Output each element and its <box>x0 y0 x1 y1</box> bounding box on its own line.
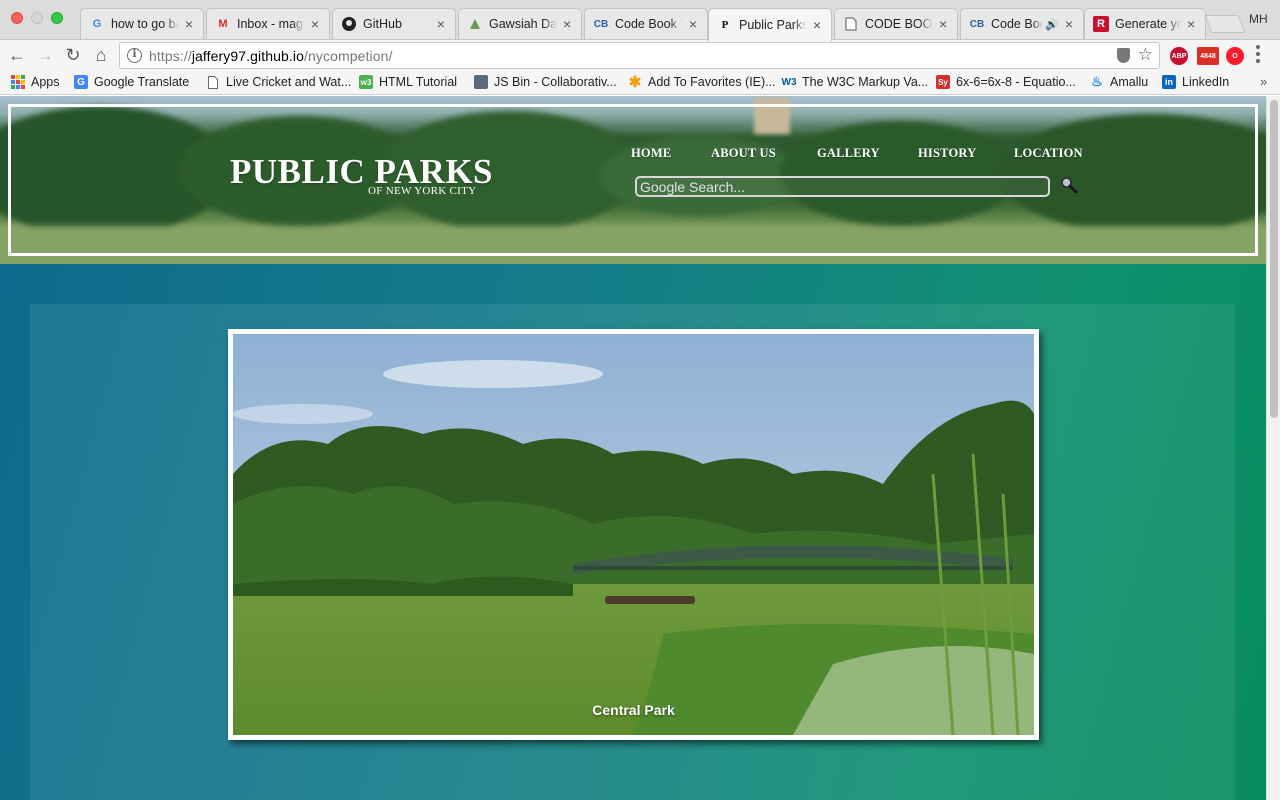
symbolab-icon: Sy <box>936 75 950 89</box>
bookmark-item[interactable]: G Google Translate <box>74 75 189 89</box>
amallu-icon: ♨ <box>1091 74 1103 89</box>
browser-toolbar: ← → ↻ ⌂ i https://jaffery97.github.io/ny… <box>0 40 1280 71</box>
page-viewport: PUBLIC PARKS OF NEW YORK CITY HOME ABOUT… <box>0 96 1280 800</box>
shield-icon[interactable] <box>1117 48 1130 63</box>
tab-title: Generate yo <box>1115 17 1181 31</box>
tab-close-icon[interactable]: × <box>1185 17 1197 31</box>
codebook-icon: CB <box>593 18 609 30</box>
browser-tab[interactable]: GitHub × <box>332 8 456 39</box>
bookmark-item[interactable]: w3 HTML Tutorial <box>359 75 457 89</box>
new-tab-button[interactable] <box>1204 15 1246 33</box>
bookmark-star-icon[interactable]: ☆ <box>1138 45 1153 65</box>
translate-icon: G <box>74 75 88 89</box>
bookmark-item[interactable]: Live Cricket and Wat... <box>206 75 351 89</box>
w3-icon: w3 <box>359 75 373 89</box>
google-icon: G <box>92 18 102 30</box>
bookmarks-overflow-icon[interactable]: » <box>1260 74 1267 89</box>
nav-gallery[interactable]: GALLERY <box>817 146 880 161</box>
bookmark-item[interactable]: Apps <box>11 75 60 89</box>
tab-title: Code Book <box>991 17 1043 31</box>
opera-icon[interactable]: O <box>1226 47 1244 65</box>
browser-tab-strip: G how to go back × M Inbox - magfaz × Gi… <box>0 0 1280 41</box>
gallery-photo[interactable]: Central Park <box>228 329 1039 740</box>
forward-arrow-icon[interactable]: → <box>34 44 56 66</box>
document-icon <box>843 16 859 32</box>
tab-close-icon[interactable]: × <box>561 17 573 31</box>
tab-title: Public Parks <box>739 18 807 32</box>
asterisk-icon: ✱ <box>628 74 642 91</box>
tab-close-icon[interactable]: × <box>937 17 949 31</box>
nav-home[interactable]: HOME <box>631 146 671 161</box>
content-panel: Central Park <box>30 304 1235 800</box>
tab-close-icon[interactable]: × <box>687 17 699 31</box>
tab-close-icon[interactable]: × <box>183 17 195 31</box>
nav-location[interactable]: LOCATION <box>1014 146 1083 161</box>
page-icon <box>206 75 220 89</box>
bookmark-item[interactable]: JS Bin - Collaborativ... <box>474 75 617 89</box>
w3c-icon: W3 <box>781 76 797 88</box>
bookmark-item[interactable]: ♨ Amallu <box>1090 74 1148 89</box>
speaker-icon[interactable]: 🔊 <box>1045 18 1059 31</box>
github-icon <box>341 16 357 32</box>
jsbin-icon <box>474 75 488 89</box>
address-url[interactable]: https://jaffery97.github.io/nycompetion/ <box>149 48 392 64</box>
bookmark-item[interactable]: W3 The W3C Markup Va... <box>781 75 929 89</box>
tab-close-icon[interactable]: × <box>1063 17 1075 31</box>
tab-close-icon[interactable]: × <box>435 17 447 31</box>
linkedin-icon: in <box>1162 75 1176 89</box>
browser-menu-icon[interactable] <box>1256 45 1260 63</box>
tab-title: Gawsiah Dar <box>489 17 557 31</box>
reload-icon[interactable]: ↻ <box>62 44 84 66</box>
browser-tab[interactable]: CB Code Book Te × <box>584 8 708 39</box>
site-icon <box>467 16 483 32</box>
bookmark-item[interactable]: Sy 6x-6=6x-8 - Equatio... <box>936 75 1076 89</box>
photo-caption: Central Park <box>592 702 675 718</box>
browser-tab[interactable]: M Inbox - magfaz × <box>206 8 330 39</box>
tab-close-icon[interactable]: × <box>309 17 321 31</box>
window-zoom-button[interactable] <box>51 12 63 24</box>
back-arrow-icon[interactable]: ← <box>6 44 28 66</box>
nav-about-us[interactable]: ABOUT US <box>711 146 776 161</box>
browser-tab[interactable]: CB Code Book 🔊 × <box>960 8 1084 39</box>
scrollbar-thumb[interactable] <box>1270 100 1278 418</box>
address-bar[interactable]: i https://jaffery97.github.io/nycompetio… <box>119 42 1160 69</box>
bookmark-item[interactable]: in LinkedIn <box>1162 75 1229 89</box>
central-park-lake-image <box>233 334 1034 735</box>
adblock-icon[interactable]: ABP <box>1170 47 1188 65</box>
publicparks-icon: P <box>721 19 729 31</box>
window-minimize-button[interactable] <box>31 12 43 24</box>
tab-close-icon[interactable]: × <box>811 18 823 32</box>
search-input[interactable] <box>635 176 1050 197</box>
tab-title: GitHub <box>363 17 402 31</box>
page-scrollbar[interactable] <box>1266 96 1280 800</box>
codebook-icon: CB <box>969 18 985 30</box>
home-icon[interactable]: ⌂ <box>90 44 112 66</box>
window-close-button[interactable] <box>11 12 23 24</box>
profile-button[interactable]: MH <box>1249 12 1268 26</box>
gmail-icon: M <box>218 18 228 30</box>
mail-checker-icon[interactable]: 4848 <box>1197 47 1219 65</box>
r-icon: R <box>1093 16 1109 32</box>
browser-tab-active[interactable]: P Public Parks × <box>708 8 832 41</box>
search-icon[interactable] <box>1060 176 1078 194</box>
browser-tab[interactable]: Gawsiah Dar × <box>458 8 582 39</box>
tab-title: Code Book Te <box>615 17 683 31</box>
tab-title: how to go back <box>111 17 179 31</box>
browser-tab[interactable]: CODE BOOK × <box>834 8 958 39</box>
tab-title: Inbox - magfaz <box>237 17 305 31</box>
site-logo-subtitle: OF NEW YORK CITY <box>368 185 477 197</box>
site-header: PUBLIC PARKS OF NEW YORK CITY HOME ABOUT… <box>0 96 1266 264</box>
browser-tab[interactable]: R Generate yo × <box>1084 8 1206 39</box>
bookmark-item[interactable]: ✱ Add To Favorites (IE)... <box>628 74 776 91</box>
nav-history[interactable]: HISTORY <box>918 146 976 161</box>
tab-title: CODE BOOK <box>865 17 933 31</box>
info-icon[interactable]: i <box>127 48 142 63</box>
browser-tab[interactable]: G how to go back × <box>80 8 204 39</box>
bookmarks-bar: Apps G Google Translate Live Cricket and… <box>0 71 1280 95</box>
apps-grid-icon <box>11 75 25 89</box>
